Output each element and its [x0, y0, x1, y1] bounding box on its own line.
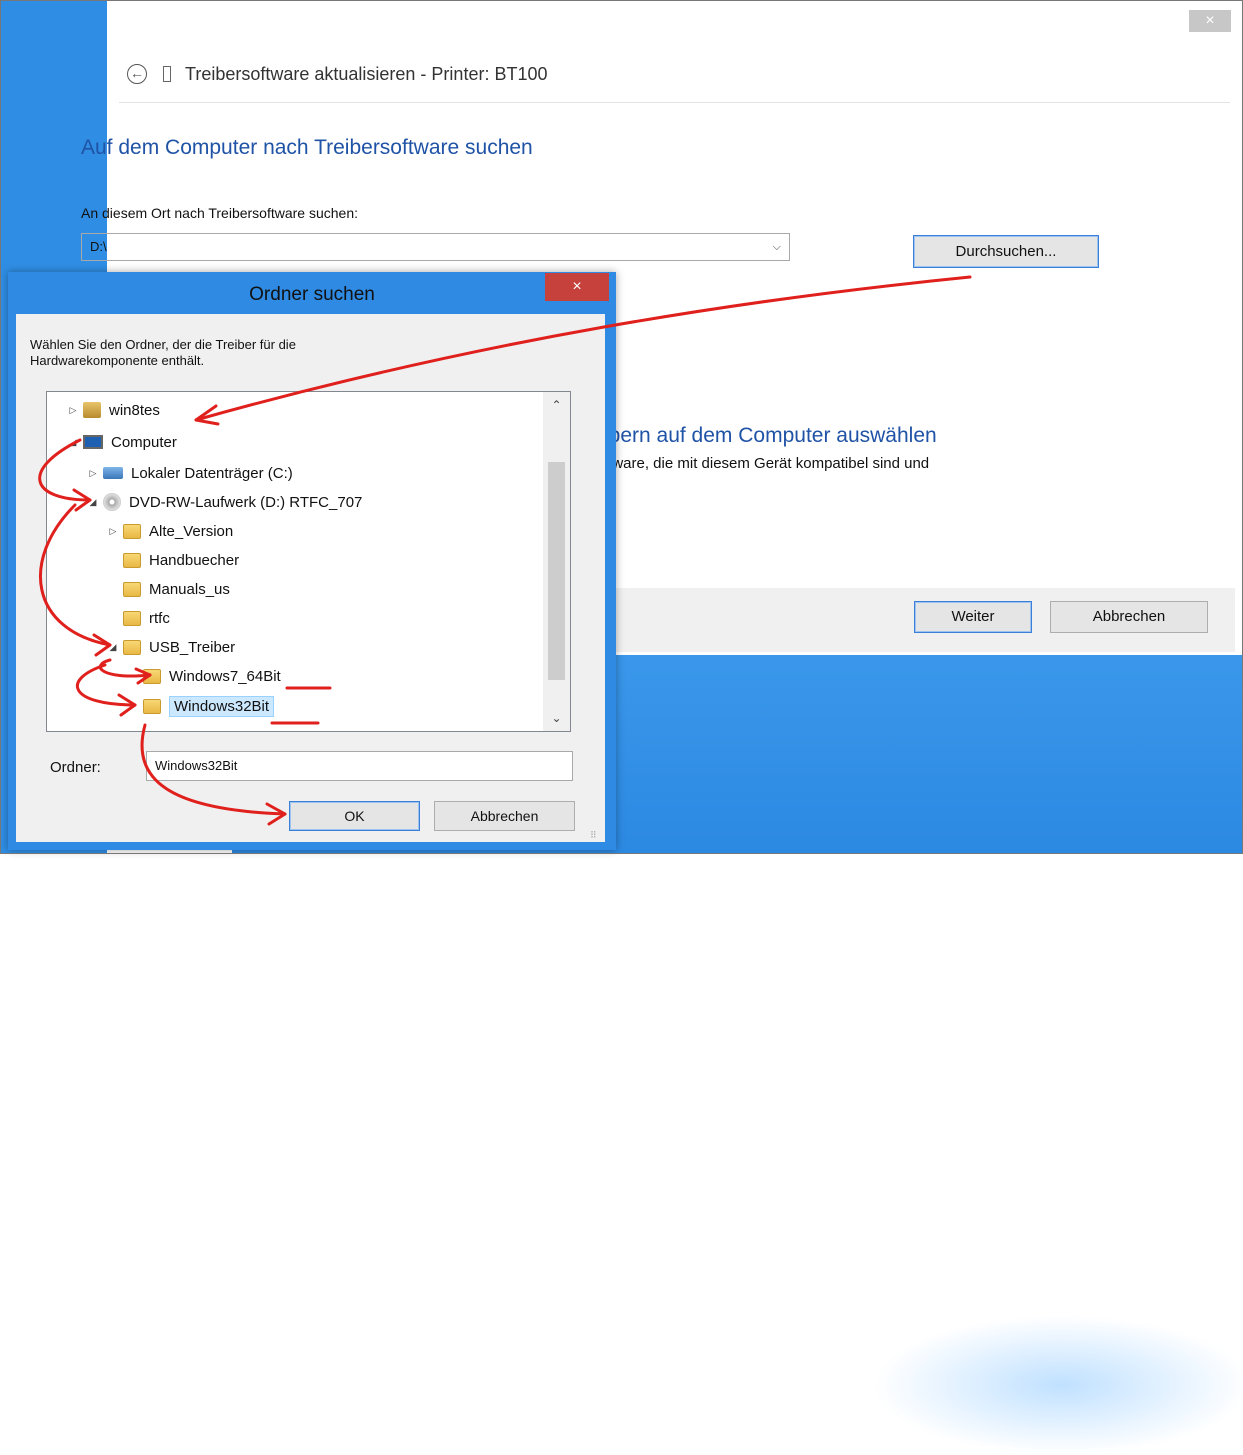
arrow-browse-to-tree — [194, 275, 972, 422]
arrow-computer-to-dvd — [38, 438, 92, 502]
arrow-usb-to-win7 — [98, 658, 152, 678]
arrow-dvd-to-usb — [39, 503, 112, 647]
annotation-arrows — [38, 275, 972, 826]
arrow-to-ok — [140, 723, 287, 816]
